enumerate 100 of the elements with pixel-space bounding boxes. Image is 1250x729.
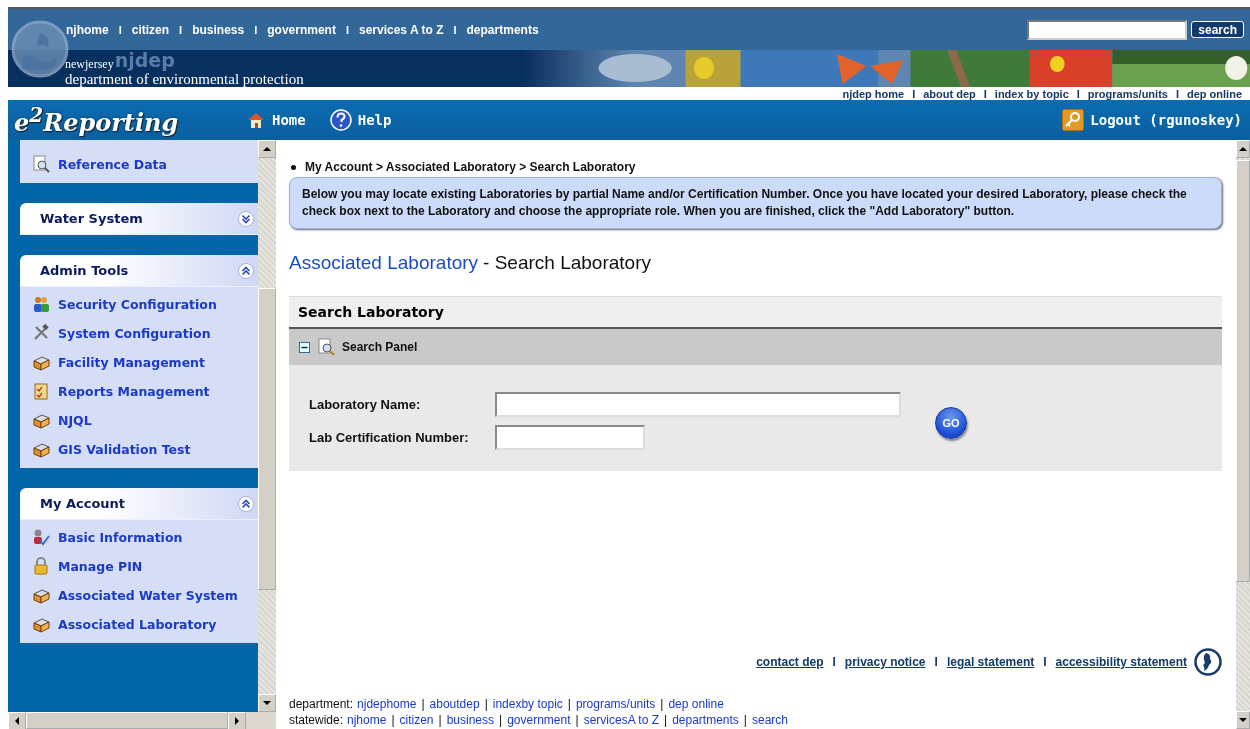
footer-link[interactable]: aboutdep xyxy=(429,696,480,712)
page-heading: - Search Laboratory xyxy=(483,252,651,274)
nav-link[interactable]: citizen xyxy=(131,22,170,37)
logout-link[interactable]: Logout (rgunoskey) xyxy=(1062,109,1242,131)
collapse-icon[interactable] xyxy=(299,341,310,353)
footer-link[interactable]: njdephome xyxy=(357,696,417,712)
logo-mark: njdep xyxy=(114,50,175,71)
sidebar-link[interactable]: GIS Validation Test xyxy=(32,440,258,458)
logo-text: newjersey xyxy=(65,58,114,71)
separator: I xyxy=(911,87,917,100)
separator: I xyxy=(1174,87,1180,100)
nav-link[interactable]: departments xyxy=(466,22,539,37)
separator: I xyxy=(117,23,123,36)
footer-link[interactable]: contact dep xyxy=(756,655,824,669)
nav-link[interactable]: njhome xyxy=(66,22,109,37)
dep-link[interactable]: programs/units xyxy=(1087,87,1168,100)
panel-header[interactable]: Search Panel xyxy=(289,329,1222,365)
footer-link[interactable]: government xyxy=(507,712,571,728)
scroll-up-icon[interactable] xyxy=(263,145,271,153)
department-name: department of environmental protection xyxy=(65,71,305,87)
section-header[interactable]: My Account xyxy=(20,488,258,520)
footer-link[interactable]: departments xyxy=(672,712,739,728)
scrollbar[interactable] xyxy=(1236,140,1250,729)
collapse-icon[interactable] xyxy=(238,495,254,512)
input-field[interactable] xyxy=(495,391,901,417)
breadcrumb: My Account > Associated Laboratory > Search Laboratory xyxy=(305,160,636,174)
scrollbar[interactable] xyxy=(8,712,276,729)
footer-link[interactable]: dep online xyxy=(668,696,724,712)
field-label: Lab Certification Number: xyxy=(309,429,470,445)
dep-link[interactable]: njdep home xyxy=(842,87,905,100)
tools-icon xyxy=(32,324,50,342)
home-link[interactable]: Home xyxy=(246,110,306,130)
go-button[interactable]: GO xyxy=(935,407,967,439)
separator: I xyxy=(253,23,259,36)
separator: | xyxy=(390,712,396,728)
section-title: Water System xyxy=(40,211,144,226)
dep-link[interactable]: about dep xyxy=(923,87,976,100)
scrollbar[interactable] xyxy=(258,140,276,712)
sidebar-link[interactable]: System Configuration xyxy=(32,324,258,342)
footer-link[interactable]: citizen xyxy=(399,712,434,728)
sidebar-link[interactable]: Security Configuration xyxy=(32,295,258,313)
footer-link[interactable]: accessibility statement xyxy=(1055,655,1187,669)
footer-link[interactable]: search xyxy=(751,712,788,728)
collapse-icon[interactable] xyxy=(238,262,254,279)
help-icon xyxy=(329,109,352,131)
heading-link[interactable]: Associated Laboratory xyxy=(289,252,479,274)
separator: I xyxy=(178,23,184,36)
search-field[interactable] xyxy=(1027,19,1188,40)
state-outline-icon xyxy=(1194,648,1222,676)
input-field[interactable] xyxy=(495,424,645,450)
house-icon xyxy=(246,110,266,130)
scroll-right-icon[interactable] xyxy=(233,717,241,725)
dep-link[interactable]: dep online xyxy=(1187,87,1242,100)
separator: I xyxy=(1075,87,1081,100)
nav-link[interactable]: business xyxy=(192,22,245,37)
separator: | xyxy=(483,696,489,712)
separator: I xyxy=(1042,655,1048,669)
footer-link[interactable]: business xyxy=(446,712,495,728)
sidebar-link[interactable]: Basic Information xyxy=(32,528,258,546)
field-label: Laboratory Name: xyxy=(309,396,422,412)
footer-link[interactable]: privacy notice xyxy=(844,655,926,669)
panel-title: Search Laboratory xyxy=(289,296,1222,329)
separator: I xyxy=(831,655,837,669)
dep-link[interactable]: index by topic xyxy=(994,87,1069,100)
sidebar-link[interactable]: Manage PIN xyxy=(32,557,258,575)
section-header[interactable]: Admin Tools xyxy=(20,255,258,287)
user-icon xyxy=(32,528,50,546)
footer-link[interactable]: legal statement xyxy=(946,655,1035,669)
panel-subtitle: Search Panel xyxy=(342,340,418,354)
key-icon xyxy=(1062,109,1085,131)
separator: | xyxy=(420,696,426,712)
footer-label: department: xyxy=(289,696,354,712)
search-button[interactable]: search xyxy=(1191,21,1244,38)
expand-icon[interactable] xyxy=(238,210,254,227)
sidebar-link[interactable]: Facility Management xyxy=(32,353,258,371)
scroll-left-icon[interactable] xyxy=(13,717,21,725)
nav-link[interactable]: services A to Z xyxy=(359,22,444,37)
help-link[interactable]: Help xyxy=(329,109,392,131)
sidebar-link[interactable]: NJQL xyxy=(32,411,258,429)
footer-label: statewide: xyxy=(289,712,344,728)
scroll-down-icon[interactable] xyxy=(263,699,271,707)
section-header[interactable]: Water System xyxy=(20,203,258,235)
sidebar-link[interactable]: Associated Water System xyxy=(32,586,258,604)
separator: | xyxy=(659,696,665,712)
separator: | xyxy=(663,712,669,728)
lock-icon xyxy=(32,557,50,575)
nav-link[interactable]: government xyxy=(267,22,336,37)
sidebar-link[interactable]: Reports Management xyxy=(32,382,258,400)
footer-link[interactable]: programs/units xyxy=(575,696,656,712)
separator: | xyxy=(437,712,443,728)
footer-link[interactable]: njhome xyxy=(347,712,387,728)
footer-link[interactable]: servicesA to Z xyxy=(583,712,659,728)
instructions-text: Below you may locate existing Laboratories by partial Name and/or Certification Number. Once you have located your desired Laboratory, please check the check box next to the Laboratory and choose the appropriate role. When you are finished, click the "Add Laboratory" button. xyxy=(289,177,1222,229)
doc-icon xyxy=(32,155,50,173)
scroll-down-icon[interactable] xyxy=(1239,716,1247,724)
section-title: My Account xyxy=(40,496,127,511)
bullet-icon xyxy=(291,164,296,170)
footer-link[interactable]: indexby topic xyxy=(492,696,563,712)
sidebar-link[interactable]: Associated Laboratory xyxy=(32,615,258,633)
scroll-up-icon[interactable] xyxy=(1239,145,1247,153)
